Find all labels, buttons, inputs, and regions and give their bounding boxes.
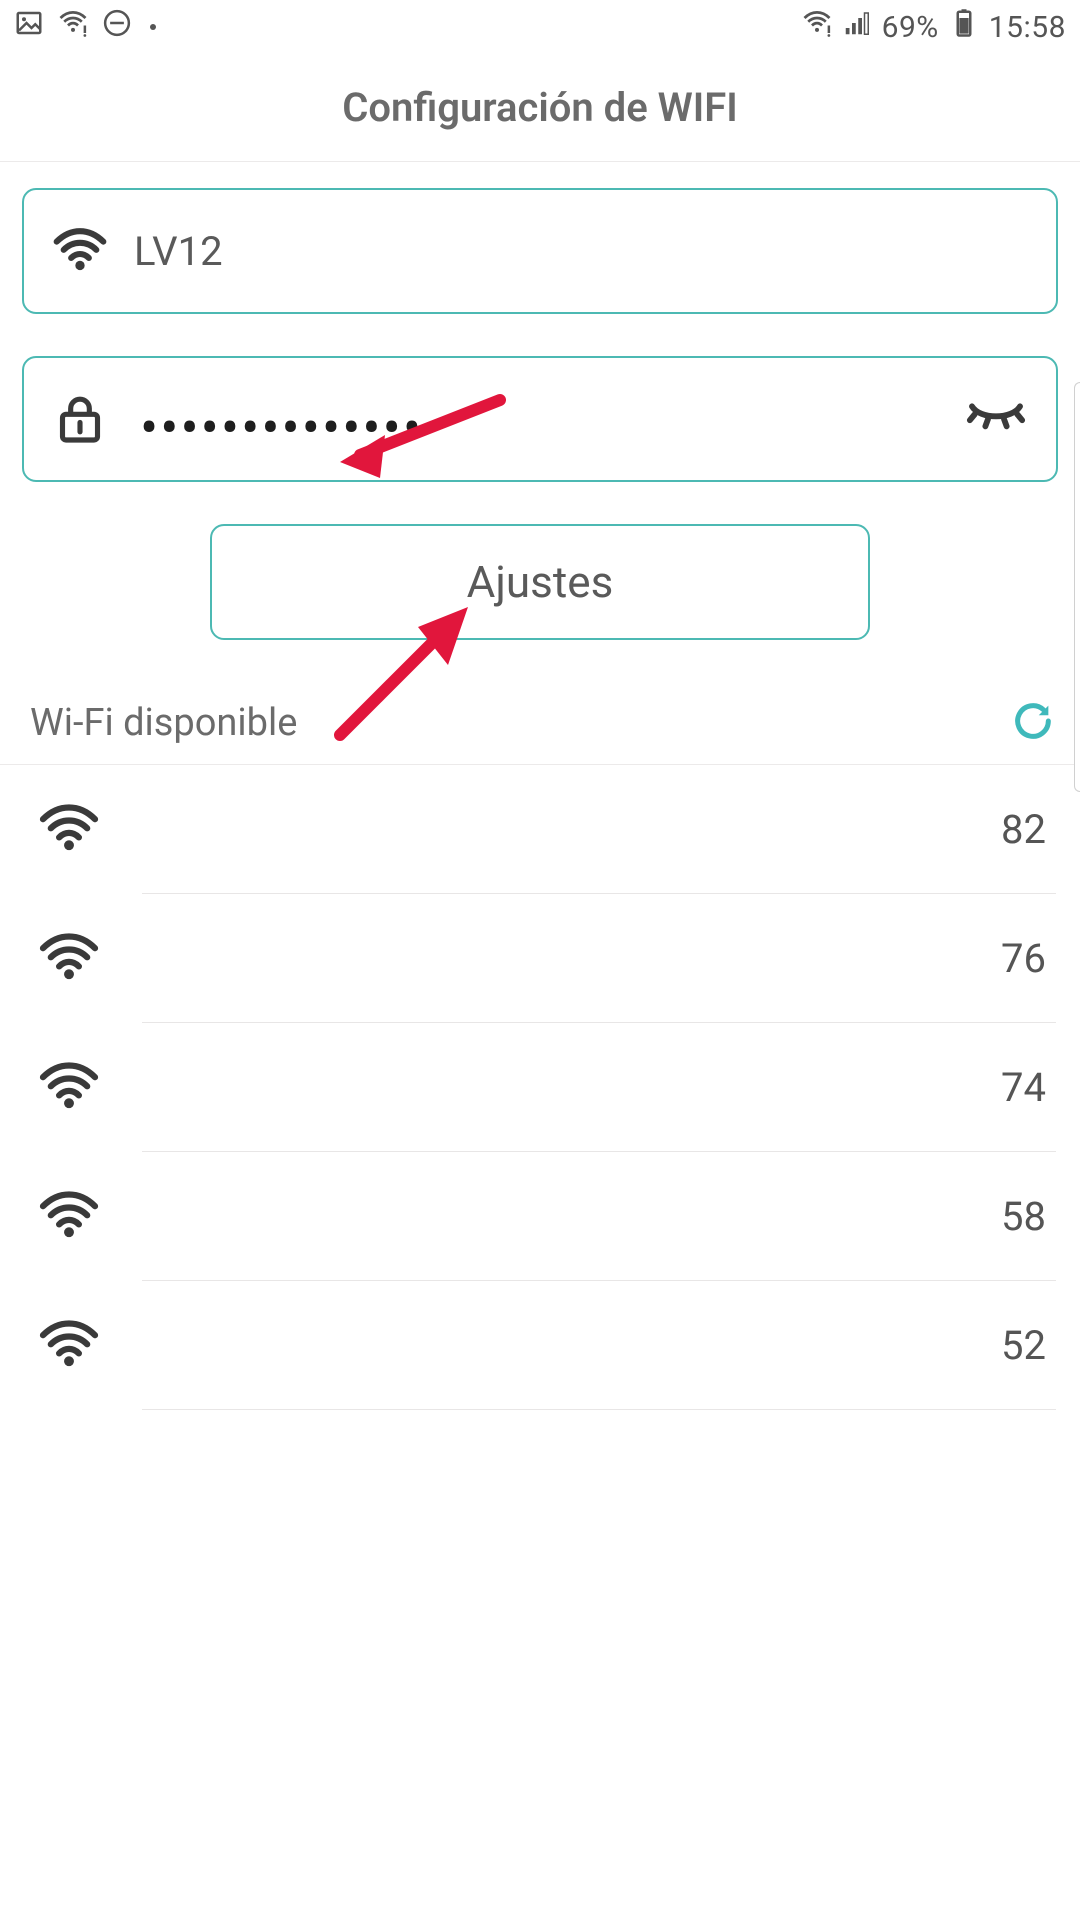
page-title: Configuración de WIFI xyxy=(342,84,738,131)
network-signal-strength: 76 xyxy=(986,935,1046,982)
hide-password-icon[interactable] xyxy=(964,385,1028,453)
wifi-icon xyxy=(36,1059,102,1115)
network-row[interactable]: 58 xyxy=(0,1152,1080,1280)
network-ssid-redacted xyxy=(142,1196,986,1236)
wifi-icon xyxy=(36,1188,102,1244)
wifi-icon xyxy=(52,223,122,279)
password-value-masked: •••••••••••••• xyxy=(140,419,423,439)
cell-signal-icon xyxy=(842,8,872,46)
ssid-value: LV12 xyxy=(134,228,223,275)
clock: 15:58 xyxy=(989,10,1066,45)
lock-icon xyxy=(52,391,122,447)
wifi-icon xyxy=(36,801,102,857)
network-row[interactable]: 82 xyxy=(0,765,1080,893)
wifi-status-icon xyxy=(58,8,88,46)
network-ssid-redacted xyxy=(142,1067,986,1107)
settings-button-label: Ajustes xyxy=(467,556,614,608)
settings-button[interactable]: Ajustes xyxy=(210,524,870,640)
gallery-icon xyxy=(14,8,44,46)
scroll-indicator xyxy=(1074,382,1080,792)
wifi-signal-icon xyxy=(802,8,832,46)
network-ssid-redacted xyxy=(142,938,986,978)
network-signal-strength: 74 xyxy=(986,1064,1046,1111)
available-networks-list: 82 76 74 58 xyxy=(0,765,1080,1410)
battery-percent: 69% xyxy=(882,10,939,45)
network-ssid-redacted xyxy=(142,1325,986,1365)
dnd-icon xyxy=(102,8,132,46)
network-signal-strength: 52 xyxy=(986,1322,1046,1369)
battery-icon xyxy=(949,8,979,46)
refresh-icon[interactable] xyxy=(1010,698,1056,748)
network-row[interactable]: 76 xyxy=(0,894,1080,1022)
wifi-icon xyxy=(36,930,102,986)
more-notifications-dot xyxy=(150,24,156,30)
network-signal-strength: 58 xyxy=(986,1193,1046,1240)
status-bar: 69% 15:58 xyxy=(0,0,1080,54)
ssid-field[interactable]: LV12 xyxy=(22,188,1058,314)
password-field[interactable]: •••••••••••••• xyxy=(22,356,1058,482)
app-header: Configuración de WIFI xyxy=(0,54,1080,162)
wifi-icon xyxy=(36,1317,102,1373)
network-ssid-redacted xyxy=(142,809,986,849)
available-wifi-label: Wi-Fi disponible xyxy=(30,701,297,745)
network-row[interactable]: 52 xyxy=(0,1281,1080,1409)
network-signal-strength: 82 xyxy=(986,806,1046,853)
network-row[interactable]: 74 xyxy=(0,1023,1080,1151)
